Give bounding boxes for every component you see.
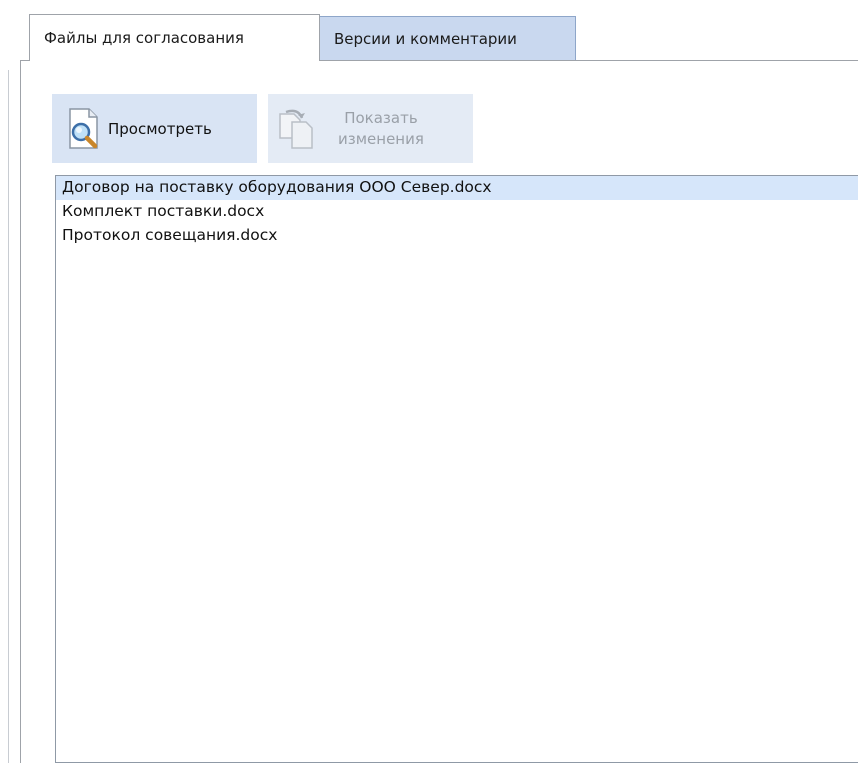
tab-files-for-approval[interactable]: Файлы для согласования xyxy=(29,14,320,61)
tab-panel xyxy=(20,60,858,763)
approval-files-window: Файлы для согласования Версии и коммента… xyxy=(0,0,858,763)
tab-versions-and-comments[interactable]: Версии и комментарии xyxy=(320,16,576,60)
panel-divider xyxy=(8,70,9,763)
